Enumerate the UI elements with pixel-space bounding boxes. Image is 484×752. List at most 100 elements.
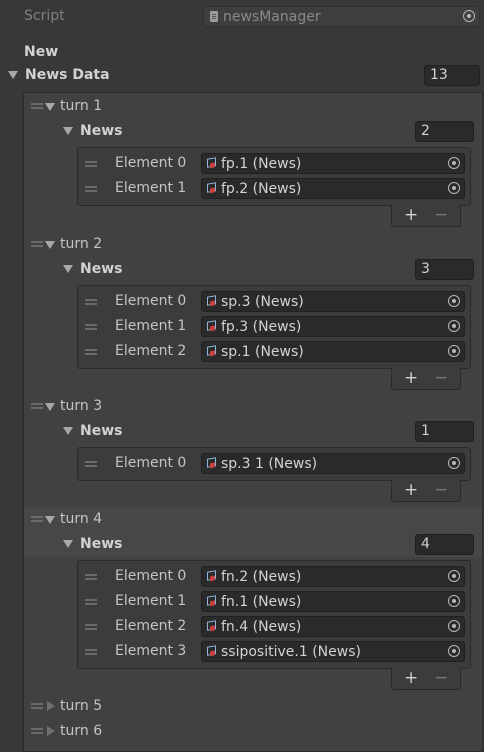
script-file-icon (210, 11, 218, 22)
remove-element-button[interactable]: − (434, 480, 448, 500)
drag-handle-icon[interactable] (85, 574, 97, 580)
foldout-arrow-icon[interactable] (47, 726, 55, 736)
drag-handle-icon[interactable] (85, 461, 97, 467)
object-picker-icon[interactable] (448, 457, 460, 469)
drag-handle-icon[interactable] (31, 728, 43, 734)
drag-handle-icon[interactable] (31, 703, 43, 709)
remove-element-button[interactable]: − (434, 205, 448, 225)
remove-element-button[interactable]: − (434, 368, 448, 388)
news-object-field[interactable]: sp.3 (News) (201, 291, 465, 312)
news-object-field[interactable]: ssipositive.1 (News) (201, 641, 465, 662)
element-label: Element 1 (115, 318, 187, 334)
scriptable-object-icon (207, 457, 216, 468)
news-count-field[interactable]: 3 (415, 259, 474, 280)
turn-label[interactable]: turn 1 (60, 98, 102, 114)
script-label: Script (24, 8, 65, 24)
add-element-button[interactable]: + (404, 205, 418, 225)
news-object-value: sp.1 (News) (221, 344, 304, 360)
news-label[interactable]: News (80, 536, 122, 552)
scriptable-object-icon (207, 157, 216, 168)
object-picker-icon[interactable] (448, 295, 460, 307)
turn-label[interactable]: turn 6 (60, 723, 102, 739)
object-picker-icon[interactable] (448, 345, 460, 357)
list-footer: + − (391, 205, 461, 227)
news-object-value: sp.3 1 (News) (221, 456, 318, 472)
object-picker-icon[interactable] (448, 570, 460, 582)
foldout-arrow-icon[interactable] (45, 516, 55, 524)
object-picker-icon[interactable] (448, 645, 460, 657)
drag-handle-icon[interactable] (31, 103, 43, 109)
news-object-field[interactable]: fp.2 (News) (201, 178, 465, 199)
drag-handle-icon[interactable] (85, 161, 97, 167)
add-element-button[interactable]: + (404, 668, 418, 688)
element-label: Element 0 (115, 293, 187, 309)
drag-handle-icon[interactable] (31, 516, 43, 522)
scriptable-object-icon (207, 645, 216, 656)
object-picker-icon[interactable] (448, 157, 460, 169)
news-object-field[interactable]: sp.3 1 (News) (201, 453, 465, 474)
news-object-field[interactable]: fp.1 (News) (201, 153, 465, 174)
foldout-arrow-icon[interactable] (45, 103, 55, 111)
add-element-button[interactable]: + (404, 480, 418, 500)
news-object-field[interactable]: fn.1 (News) (201, 591, 465, 612)
drag-handle-icon[interactable] (85, 349, 97, 355)
foldout-arrow-icon[interactable] (63, 540, 73, 548)
news-label[interactable]: News (80, 261, 122, 277)
turn-label[interactable]: turn 5 (60, 698, 102, 714)
drag-handle-icon[interactable] (85, 599, 97, 605)
turn-label[interactable]: turn 4 (60, 511, 102, 527)
foldout-arrow-icon[interactable] (63, 127, 73, 135)
object-picker-icon[interactable] (448, 595, 460, 607)
drag-handle-icon[interactable] (85, 649, 97, 655)
news-data-size-field[interactable]: 13 (424, 65, 480, 86)
news-count-field[interactable]: 4 (415, 534, 474, 555)
object-picker-icon[interactable] (448, 182, 460, 194)
drag-handle-icon[interactable] (85, 186, 97, 192)
foldout-arrow-icon[interactable] (47, 701, 55, 711)
list-footer: + − (391, 668, 461, 690)
news-object-value: fn.4 (News) (221, 619, 302, 635)
element-label: Element 0 (115, 455, 187, 471)
turn-label[interactable]: turn 2 (60, 236, 102, 252)
news-object-field[interactable]: sp.1 (News) (201, 341, 465, 362)
news-label[interactable]: News (80, 123, 122, 139)
scriptable-object-icon (207, 620, 216, 631)
element-label: Element 0 (115, 155, 187, 171)
script-field[interactable]: newsManager (203, 6, 480, 27)
news-data-label[interactable]: News Data (25, 67, 110, 83)
news-object-value: fp.2 (News) (221, 181, 302, 197)
foldout-arrow-icon[interactable] (45, 241, 55, 249)
list-footer: + − (391, 480, 461, 502)
drag-handle-icon[interactable] (85, 624, 97, 630)
element-label: Element 3 (115, 643, 187, 659)
news-count-field[interactable]: 2 (415, 121, 474, 142)
foldout-arrow-icon[interactable] (63, 427, 73, 435)
scriptable-object-icon (207, 182, 216, 193)
object-picker-icon[interactable] (448, 320, 460, 332)
list-footer: + − (391, 368, 461, 390)
object-picker-icon[interactable] (463, 10, 475, 22)
drag-handle-icon[interactable] (31, 241, 43, 247)
news-object-field[interactable]: fn.2 (News) (201, 566, 465, 587)
news-count-field[interactable]: 1 (415, 421, 474, 442)
news-label[interactable]: News (80, 423, 122, 439)
scriptable-object-icon (207, 345, 216, 356)
scriptable-object-icon (207, 595, 216, 606)
news-object-field[interactable]: fp.3 (News) (201, 316, 465, 337)
foldout-arrow-icon[interactable] (63, 265, 73, 273)
news-object-value: ssipositive.1 (News) (221, 644, 361, 660)
news-object-value: fn.1 (News) (221, 594, 302, 610)
foldout-arrow-icon[interactable] (45, 403, 55, 411)
script-value: newsManager (223, 9, 321, 25)
turn-label[interactable]: turn 3 (60, 398, 102, 414)
news-object-value: fp.3 (News) (221, 319, 302, 335)
drag-handle-icon[interactable] (31, 403, 43, 409)
foldout-arrow-icon[interactable] (8, 71, 18, 79)
news-object-field[interactable]: fn.4 (News) (201, 616, 465, 637)
object-picker-icon[interactable] (448, 620, 460, 632)
add-element-button[interactable]: + (404, 368, 418, 388)
scriptable-object-icon (207, 570, 216, 581)
drag-handle-icon[interactable] (85, 324, 97, 330)
remove-element-button[interactable]: − (434, 668, 448, 688)
drag-handle-icon[interactable] (85, 299, 97, 305)
